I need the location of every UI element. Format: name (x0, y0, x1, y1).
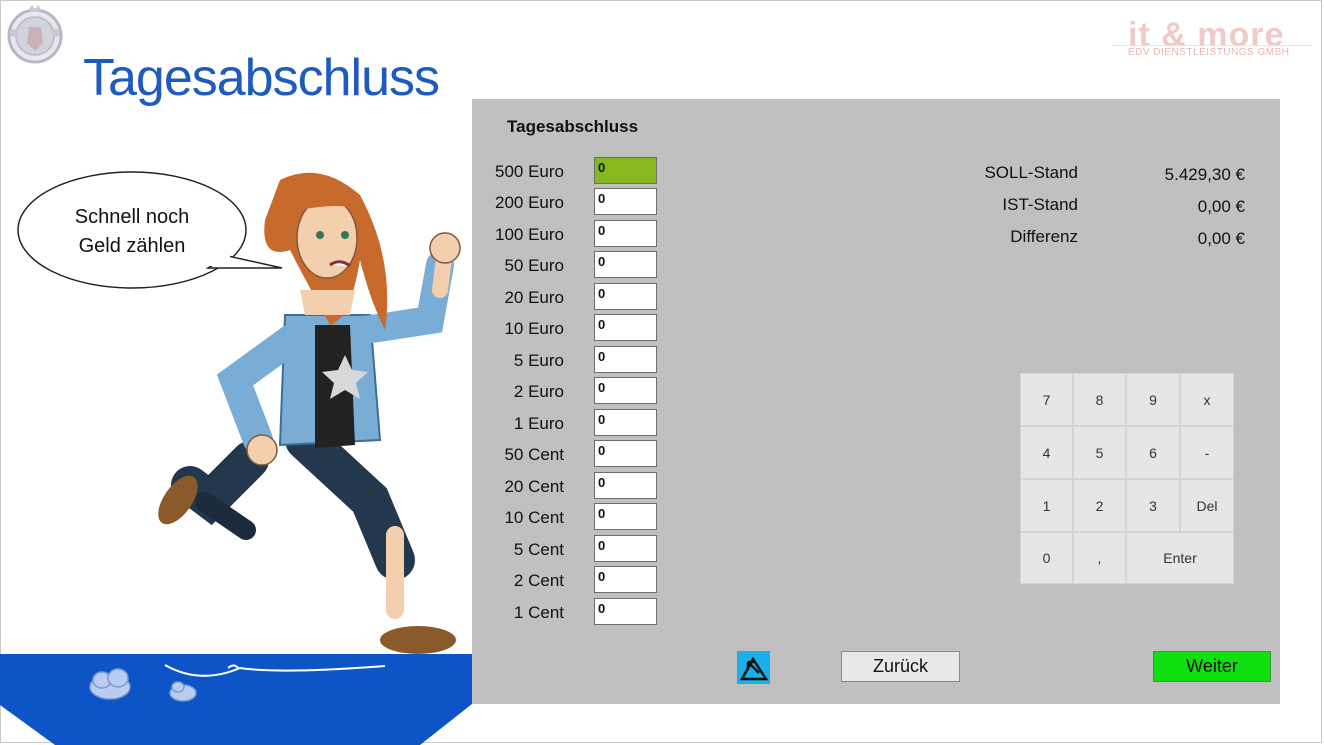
key-2[interactable]: 2 (1073, 479, 1126, 532)
company-subtitle: EDV DIENSTLEISTUNGS GMBH (1128, 47, 1290, 58)
key-5[interactable]: 5 (1073, 426, 1126, 479)
denomination-input[interactable]: 0 (594, 314, 657, 341)
denomination-label: 2 Euro (513, 382, 564, 401)
key-4[interactable]: 4 (1020, 426, 1073, 479)
key-1[interactable]: 1 (1020, 479, 1073, 532)
differenz-value: 0,00 € (1197, 229, 1245, 248)
key-0[interactable]: 0 (1020, 532, 1073, 584)
company-logo: it & more EDV DIENSTLEISTUNGS GMBH (1112, 16, 1312, 66)
ist-stand-label: IST-Stand (1002, 195, 1078, 214)
soll-stand-label: SOLL-Stand (984, 163, 1078, 182)
denomination-label: 50 Cent (504, 445, 564, 464)
key-enter[interactable]: Enter (1126, 532, 1234, 584)
next-button[interactable]: Weiter (1153, 651, 1271, 682)
key-6[interactable]: 6 (1126, 426, 1180, 479)
denomination-input[interactable]: 0 (594, 440, 657, 467)
speech-line-2: Geld zählen (78, 235, 186, 257)
denomination-input[interactable]: 0 (594, 377, 657, 404)
denomination-input[interactable]: 0 (594, 598, 657, 625)
denomination-label: 20 Euro (504, 288, 564, 307)
denomination-input[interactable]: 0 (594, 251, 657, 278)
daily-closing-panel: Tagesabschluss 500 Euro 0 200 Euro 0 100… (472, 99, 1280, 704)
speech-bubble-text: Schnell noch Geld zählen (40, 203, 224, 261)
denomination-label: 5 Euro (513, 351, 564, 370)
denomination-label: 10 Euro (504, 319, 564, 338)
denomination-input[interactable]: 0 (594, 346, 657, 373)
key-8[interactable]: 8 (1073, 373, 1126, 426)
logo-divider (1112, 45, 1312, 46)
floor-shape (0, 654, 472, 745)
denomination-input[interactable]: 0 (594, 535, 657, 562)
denomination-input[interactable]: 0 (594, 220, 657, 247)
denomination-label: 5 Cent (513, 540, 564, 559)
denomination-input[interactable]: 0 (594, 283, 657, 310)
denomination-label: 200 Euro (495, 193, 564, 212)
speech-line-1: Schnell noch (74, 206, 190, 228)
key-delete[interactable]: Del (1180, 479, 1234, 532)
denomination-label: 10 Cent (504, 508, 564, 527)
ist-stand-value: 0,00 € (1197, 197, 1245, 216)
cursor-arrow-icon[interactable] (737, 651, 770, 684)
key-3[interactable]: 3 (1126, 479, 1180, 532)
denomination-label: 20 Cent (504, 477, 564, 496)
differenz-label: Differenz (1010, 227, 1078, 246)
denomination-label: 500 Euro (495, 162, 564, 181)
denomination-input[interactable]: 0 (594, 188, 657, 215)
denomination-label: 50 Euro (504, 256, 564, 275)
denomination-label: 100 Euro (495, 225, 564, 244)
key-multiply[interactable]: x (1180, 373, 1234, 426)
key-9[interactable]: 9 (1126, 373, 1180, 426)
back-button[interactable]: Zurück (841, 651, 960, 682)
key-minus[interactable]: - (1180, 426, 1234, 479)
denomination-label: 1 Cent (513, 603, 564, 622)
denomination-label: 1 Euro (513, 414, 564, 433)
griffin-logo-icon (7, 5, 63, 64)
key-comma[interactable]: , (1073, 532, 1126, 584)
slide-title: Tagesabschluss (83, 49, 440, 107)
denomination-input[interactable]: 0 (594, 503, 657, 530)
key-7[interactable]: 7 (1020, 373, 1073, 426)
denomination-label: 2 Cent (513, 571, 564, 590)
denomination-input[interactable]: 0 (594, 409, 657, 436)
soll-stand-value: 5.429,30 € (1164, 165, 1245, 184)
panel-title: Tagesabschluss (507, 117, 639, 136)
denomination-input[interactable]: 0 (594, 157, 657, 184)
denomination-input[interactable]: 0 (594, 566, 657, 593)
denomination-input[interactable]: 0 (594, 472, 657, 499)
